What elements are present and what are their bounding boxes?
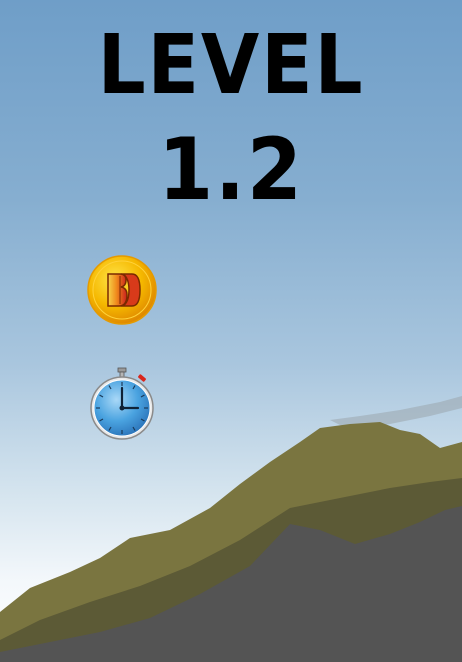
hill-terrain — [0, 396, 462, 662]
level-title: LEVEL — [97, 18, 365, 113]
game-scene: LEVEL 1.2 — [0, 0, 462, 662]
stopwatch-icon — [86, 366, 158, 442]
coin-icon — [86, 254, 158, 326]
level-number: 1.2 — [158, 120, 304, 220]
